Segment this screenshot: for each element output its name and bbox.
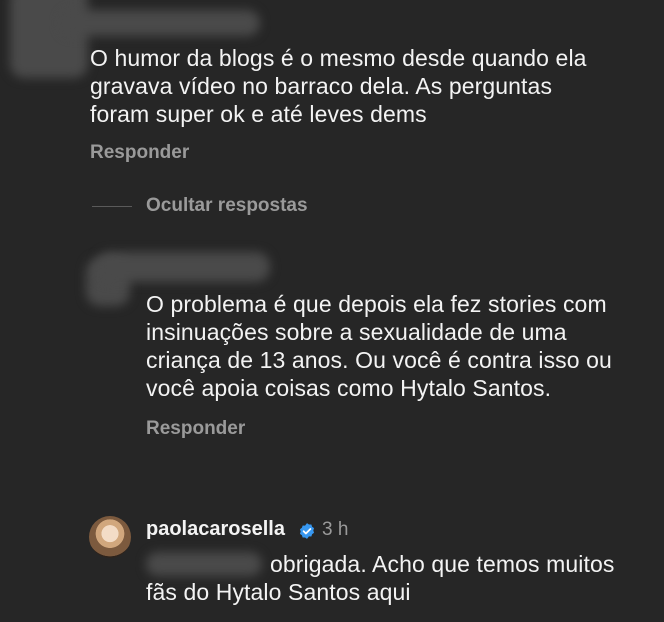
comment-text-line: foram super ok e até leves dems (90, 101, 427, 127)
hide-replies-divider (92, 206, 132, 207)
comment-text-line: O humor da blogs é o mesmo desde quando … (90, 45, 587, 71)
redacted-username (96, 252, 270, 282)
comment-text-line: criança de 13 anos. Ou você é contra iss… (146, 347, 612, 373)
reply-button[interactable]: Responder (90, 142, 189, 164)
redacted-username (60, 10, 260, 36)
hide-replies-label[interactable]: Ocultar respostas (146, 195, 308, 217)
username[interactable]: paolacarosella (146, 518, 285, 541)
comment-text-line: gravava vídeo no barraco dela. As pergun… (90, 73, 553, 99)
comment-text-line: obrigada. Acho que temos muitos (270, 551, 615, 577)
comment-text-line: O problema é que depois ela fez stories … (146, 291, 607, 317)
comment-text-line: fãs do Hytalo Santos aqui (146, 579, 411, 605)
comment-text-line: você apoia coisas como Hytalo Santos. (146, 375, 552, 401)
reply-button[interactable]: Responder (146, 418, 245, 440)
timestamp: 3 h (322, 519, 349, 540)
comment-text-line: insinuações sobre a sexualidade de uma (146, 319, 567, 345)
verified-badge-icon (299, 523, 315, 539)
redacted-mention (146, 552, 262, 576)
avatar[interactable] (89, 516, 131, 558)
